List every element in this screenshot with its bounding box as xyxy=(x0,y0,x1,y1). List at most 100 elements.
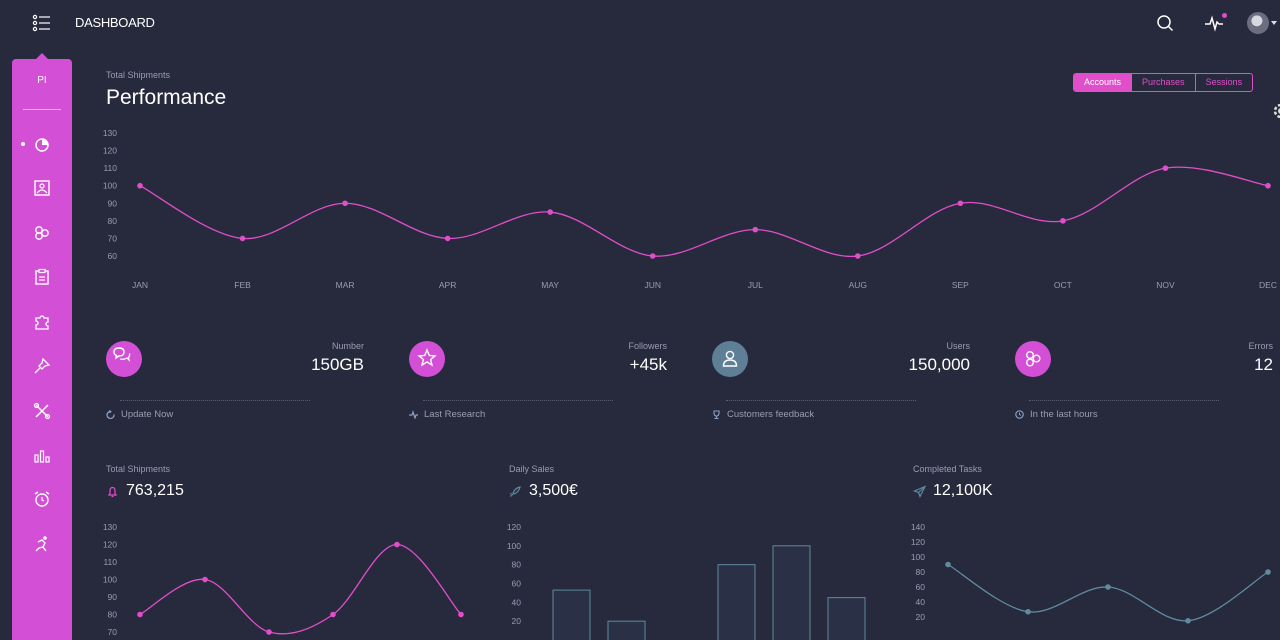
stat-footer[interactable]: Update Now xyxy=(106,409,173,420)
y-tick-label: 120 xyxy=(103,540,117,550)
data-point[interactable] xyxy=(444,235,451,242)
data-point[interactable] xyxy=(394,541,400,548)
x-tick-label: SEP xyxy=(952,280,969,290)
data-point[interactable] xyxy=(957,200,964,207)
card-title: 763,215 xyxy=(106,482,184,500)
search-icon[interactable] xyxy=(1154,12,1176,34)
avatar[interactable] xyxy=(1247,12,1269,34)
data-point[interactable] xyxy=(330,611,336,618)
bar[interactable] xyxy=(827,597,866,640)
data-point[interactable] xyxy=(239,235,246,242)
x-tick-label: JUL xyxy=(748,280,763,290)
y-tick-label: 70 xyxy=(108,627,118,637)
bar[interactable] xyxy=(717,564,756,640)
y-tick-label: 140 xyxy=(911,522,925,532)
x-tick-label: APR xyxy=(439,280,456,290)
chat-icon xyxy=(106,341,142,377)
data-point[interactable] xyxy=(752,226,759,233)
data-point[interactable] xyxy=(1265,569,1271,575)
run-icon[interactable] xyxy=(32,534,52,554)
card-value: 12,100K xyxy=(933,482,993,499)
data-point[interactable] xyxy=(458,611,464,618)
card-divider xyxy=(726,400,916,401)
data-point[interactable] xyxy=(1105,584,1111,590)
y-tick-label: 130 xyxy=(103,522,117,532)
data-point[interactable] xyxy=(266,629,272,635)
x-tick-label: NOV xyxy=(1156,280,1175,290)
data-point[interactable] xyxy=(547,209,553,215)
data-point[interactable] xyxy=(342,200,348,207)
x-tick-label: MAR xyxy=(336,280,355,290)
data-point[interactable] xyxy=(1162,165,1169,171)
data-point[interactable] xyxy=(1185,617,1191,624)
stat-footer[interactable]: Customers feedback xyxy=(712,409,814,420)
card-title: 3,500€ xyxy=(509,482,578,500)
chevron-down-icon[interactable] xyxy=(1271,21,1277,25)
data-point[interactable] xyxy=(1265,182,1271,189)
card-value: 3,500€ xyxy=(529,482,578,499)
data-point[interactable] xyxy=(137,182,143,189)
notification-dot xyxy=(1222,13,1227,18)
tab-accounts[interactable]: Accounts xyxy=(1074,74,1133,91)
bar-chart-icon[interactable] xyxy=(32,445,52,465)
tools-icon[interactable] xyxy=(32,401,52,421)
card-subtitle: Daily Sales xyxy=(509,464,555,474)
data-point[interactable] xyxy=(137,611,143,618)
y-tick-label: 100 xyxy=(103,575,117,585)
stat-footer-text: In the last hours xyxy=(1030,409,1098,420)
bar[interactable] xyxy=(772,545,811,640)
y-tick-label: 110 xyxy=(103,163,117,173)
y-tick-label: 80 xyxy=(108,216,118,226)
pin-icon[interactable] xyxy=(32,356,52,376)
tab-sessions[interactable]: Sessions xyxy=(1196,74,1253,91)
y-tick-label: 80 xyxy=(108,610,118,620)
y-tick-label: 100 xyxy=(103,181,117,191)
data-point[interactable] xyxy=(202,576,208,583)
card-title: 12,100K xyxy=(913,482,993,500)
sidebar-divider xyxy=(23,109,61,110)
pulse-icon xyxy=(409,410,418,419)
x-tick-label: FEB xyxy=(234,280,251,290)
gear-icon[interactable] xyxy=(1271,101,1280,121)
alarm-icon[interactable] xyxy=(32,489,52,509)
data-point[interactable] xyxy=(1060,218,1066,224)
bar[interactable] xyxy=(552,589,591,640)
stat-label: Errors xyxy=(1248,341,1274,351)
data-point[interactable] xyxy=(649,253,656,259)
data-point[interactable] xyxy=(1025,608,1031,615)
data-point[interactable] xyxy=(945,561,951,568)
stat-value: 12 xyxy=(1254,355,1273,374)
bar[interactable] xyxy=(607,620,646,640)
atom-icon xyxy=(1015,341,1051,377)
y-tick-label: 120 xyxy=(507,522,521,532)
data-point[interactable] xyxy=(855,253,861,259)
x-tick-label: MAY xyxy=(541,280,559,290)
card-divider xyxy=(1029,400,1219,401)
stat-footer[interactable]: Last Research xyxy=(409,409,485,420)
card-subtitle: Completed Tasks xyxy=(913,464,982,474)
y-tick-label: 100 xyxy=(911,552,925,562)
refresh-icon xyxy=(106,410,115,419)
stat-footer-text: Last Research xyxy=(424,409,486,420)
series-line xyxy=(139,166,1269,258)
star-icon xyxy=(409,341,445,377)
stat-label: Users xyxy=(946,341,970,351)
performance-subtitle: Total Shipments xyxy=(106,70,171,80)
clock-icon xyxy=(1015,410,1024,419)
brand-title[interactable]: DASHBOARD xyxy=(75,15,155,30)
menu-icon[interactable] xyxy=(32,14,52,32)
stat-footer[interactable]: In the last hours xyxy=(1015,409,1098,420)
atom-icon[interactable] xyxy=(32,223,52,243)
trophy-icon xyxy=(713,410,720,419)
clipboard-icon[interactable] xyxy=(32,267,52,287)
puzzle-icon[interactable] xyxy=(32,312,52,332)
series-line xyxy=(947,563,1269,622)
card-divider xyxy=(120,400,310,401)
image-icon[interactable] xyxy=(32,178,52,198)
y-tick-label: 40 xyxy=(512,597,522,607)
tab-purchases[interactable]: Purchases xyxy=(1132,74,1196,91)
y-tick-label: 40 xyxy=(916,597,926,607)
sidebar-logo[interactable]: PI xyxy=(12,75,72,86)
x-tick-label: DEC xyxy=(1259,280,1277,290)
pie-chart-icon[interactable] xyxy=(32,134,52,154)
